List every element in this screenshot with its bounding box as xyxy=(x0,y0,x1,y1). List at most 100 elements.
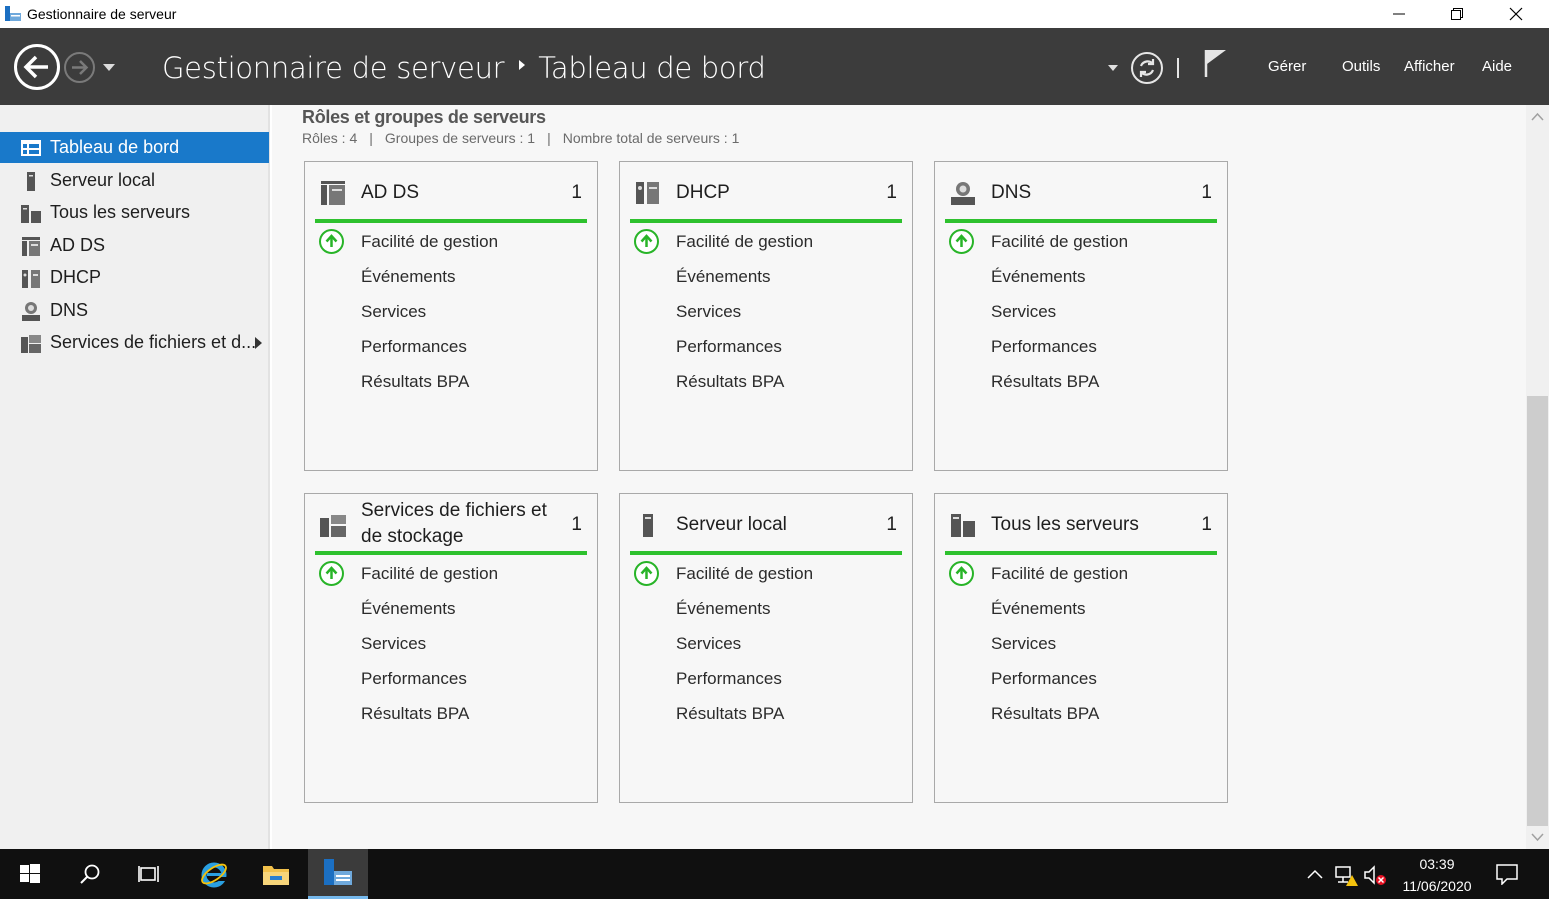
server-manager-app-icon xyxy=(324,858,352,885)
tile-row-events[interactable]: Événements xyxy=(676,267,771,287)
arrow-left-icon xyxy=(23,55,48,79)
status-ok-icon xyxy=(634,229,659,254)
close-button[interactable] xyxy=(1487,0,1545,28)
clock-date: 11/06/2020 xyxy=(1402,878,1472,894)
start-button[interactable] xyxy=(0,849,60,899)
task-view-button[interactable] xyxy=(120,849,180,899)
search-icon xyxy=(80,864,100,884)
tile-row-events[interactable]: Événements xyxy=(361,267,456,287)
sidebar-item-dhcp[interactable]: DHCP xyxy=(0,262,269,293)
sidebar-item-dashboard[interactable]: Tableau de bord xyxy=(0,132,269,163)
refresh-button[interactable] xyxy=(1131,52,1163,84)
tile-row-manageability[interactable]: Facilité de gestion xyxy=(991,232,1128,252)
tile-row-bpa[interactable]: Résultats BPA xyxy=(676,372,784,392)
role-tile-adds[interactable]: AD DS 1 Facilité de gestion Événements S… xyxy=(304,161,598,471)
tile-title[interactable]: Tous les serveurs xyxy=(991,512,1191,538)
tile-row-events[interactable]: Événements xyxy=(991,267,1086,287)
search-button[interactable] xyxy=(60,849,120,899)
notifications-flag-icon[interactable] xyxy=(1203,48,1229,78)
taskbar-file-explorer[interactable] xyxy=(246,849,306,899)
tile-row-bpa[interactable]: Résultats BPA xyxy=(991,704,1099,724)
tile-title[interactable]: AD DS xyxy=(361,180,561,206)
sidebar-item-file-services[interactable]: Services de fichiers et d... xyxy=(0,327,269,358)
sidebar-item-adds[interactable]: AD DS xyxy=(0,230,269,261)
taskbar-server-manager[interactable] xyxy=(308,849,368,899)
tile-row-bpa[interactable]: Résultats BPA xyxy=(361,372,469,392)
vertical-scrollbar[interactable] xyxy=(1526,105,1549,849)
arrow-right-icon xyxy=(72,60,89,75)
tile-row-performance[interactable]: Performances xyxy=(676,337,782,357)
tile-row-events[interactable]: Événements xyxy=(676,599,771,619)
tile-row-services[interactable]: Services xyxy=(676,302,741,322)
tile-row-services[interactable]: Services xyxy=(361,634,426,654)
scroll-thumb[interactable] xyxy=(1527,396,1548,826)
tile-row-services[interactable]: Services xyxy=(361,302,426,322)
action-center-icon[interactable] xyxy=(1495,863,1519,885)
tile-row-events[interactable]: Événements xyxy=(991,599,1086,619)
tile-status-bar xyxy=(315,219,587,223)
history-dropdown-icon[interactable] xyxy=(103,64,115,71)
tile-row-bpa[interactable]: Résultats BPA xyxy=(676,704,784,724)
server-icon xyxy=(20,170,42,192)
role-tile-dns[interactable]: DNS 1 Facilité de gestion Événements Ser… xyxy=(934,161,1228,471)
taskbar-internet-explorer[interactable] xyxy=(184,849,244,899)
menu-tools[interactable]: Outils xyxy=(1342,58,1380,75)
title-bar: Gestionnaire de serveur xyxy=(0,0,1549,28)
menu-view[interactable]: Afficher xyxy=(1404,58,1455,75)
tile-title[interactable]: DNS xyxy=(991,180,1191,206)
tile-row-manageability[interactable]: Facilité de gestion xyxy=(361,232,498,252)
tile-row-performance[interactable]: Performances xyxy=(676,669,782,689)
scroll-down-icon[interactable] xyxy=(1526,829,1549,845)
sidebar-item-dns[interactable]: DNS xyxy=(0,295,269,326)
tile-title[interactable]: Services de fichiers et de stockage xyxy=(361,498,561,550)
scroll-up-icon[interactable] xyxy=(1526,109,1549,125)
dhcp-icon xyxy=(20,267,42,289)
status-ok-icon xyxy=(634,561,659,586)
dashboard-main: Rôles et groupes de serveurs Rôles : 4 |… xyxy=(272,105,1526,849)
forward-button[interactable] xyxy=(64,52,95,83)
clock-time: 03:39 xyxy=(1419,856,1455,872)
tile-row-performance[interactable]: Performances xyxy=(991,669,1097,689)
sidebar: Tableau de bord Serveur local Tous les s… xyxy=(0,105,270,849)
sidebar-item-all-servers[interactable]: Tous les serveurs xyxy=(0,197,269,228)
role-tile-dhcp[interactable]: DHCP 1 Facilité de gestion Événements Se… xyxy=(619,161,913,471)
tile-row-manageability[interactable]: Facilité de gestion xyxy=(676,564,813,584)
tile-row-manageability[interactable]: Facilité de gestion xyxy=(676,232,813,252)
chevron-up-icon[interactable] xyxy=(1307,868,1323,880)
volume-muted-icon[interactable] xyxy=(1363,863,1389,887)
menu-manage[interactable]: Gérer xyxy=(1268,58,1306,75)
role-tile-all-servers[interactable]: Tous les serveurs 1 Facilité de gestion … xyxy=(934,493,1228,803)
tile-row-services[interactable]: Services xyxy=(676,634,741,654)
tile-row-bpa[interactable]: Résultats BPA xyxy=(361,704,469,724)
dropdown-arrow-icon[interactable] xyxy=(1108,65,1118,71)
back-button[interactable] xyxy=(14,44,60,90)
system-clock[interactable]: 03:39 11/06/2020 xyxy=(1392,853,1482,897)
section-summary: Rôles : 4 | Groupes de serveurs : 1 | No… xyxy=(302,130,739,146)
tile-row-bpa[interactable]: Résultats BPA xyxy=(991,372,1099,392)
tile-title[interactable]: DHCP xyxy=(676,180,876,206)
tile-row-performance[interactable]: Performances xyxy=(361,337,467,357)
sidebar-item-label: DNS xyxy=(50,300,89,320)
tile-row-manageability[interactable]: Facilité de gestion xyxy=(991,564,1128,584)
network-warning-icon[interactable] xyxy=(1334,863,1358,887)
section-title: Rôles et groupes de serveurs xyxy=(302,107,546,127)
tile-title[interactable]: Serveur local xyxy=(676,512,876,538)
expand-arrow-icon[interactable] xyxy=(255,337,262,349)
restore-button[interactable] xyxy=(1428,0,1486,28)
minimize-button[interactable] xyxy=(1370,0,1428,28)
menu-help[interactable]: Aide xyxy=(1482,58,1512,75)
adds-icon xyxy=(319,180,347,206)
tile-row-events[interactable]: Événements xyxy=(361,599,456,619)
window-title: Gestionnaire de serveur xyxy=(27,6,177,22)
sidebar-item-label: Serveur local xyxy=(50,170,156,190)
tile-row-services[interactable]: Services xyxy=(991,634,1056,654)
tile-row-manageability[interactable]: Facilité de gestion xyxy=(361,564,498,584)
sidebar-item-local-server[interactable]: Serveur local xyxy=(0,165,269,196)
tile-row-performance[interactable]: Performances xyxy=(991,337,1097,357)
role-tile-local-server[interactable]: Serveur local 1 Facilité de gestion Évén… xyxy=(619,493,913,803)
role-tile-file-services[interactable]: Services de fichiers et de stockage 1 Fa… xyxy=(304,493,598,803)
breadcrumb-root[interactable]: Gestionnaire de serveur xyxy=(162,51,505,85)
tile-row-performance[interactable]: Performances xyxy=(361,669,467,689)
tile-row-services[interactable]: Services xyxy=(991,302,1056,322)
tile-server-count: 1 xyxy=(886,514,897,535)
